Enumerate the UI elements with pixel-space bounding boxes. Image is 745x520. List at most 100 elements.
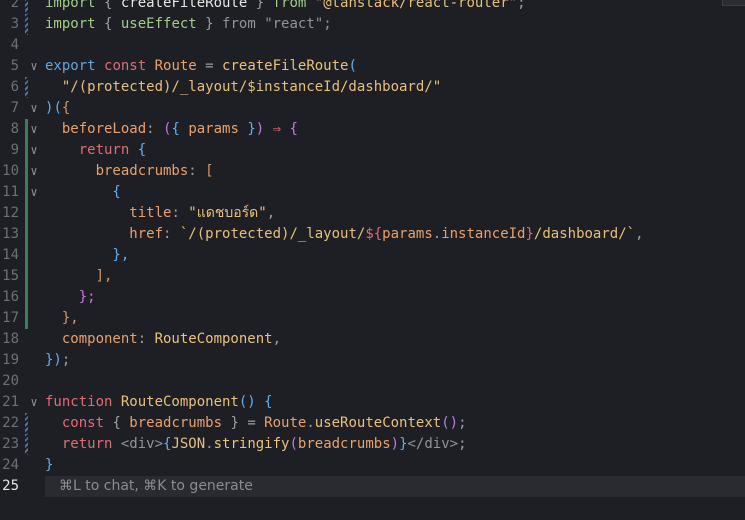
code-text: }; xyxy=(45,287,96,308)
code-line[interactable]: 16 }; xyxy=(0,287,745,308)
code-line[interactable]: 13 href: `/(protected)/_layout/${params.… xyxy=(0,224,745,245)
code-text: href: `/(protected)/_layout/${params.ins… xyxy=(45,224,644,245)
code-token: ; xyxy=(61,352,71,368)
code-token: href xyxy=(45,226,164,242)
code-token: "/(protected)/_layout/$instanceId/dashbo… xyxy=(45,79,442,95)
code-text: { xyxy=(45,182,121,203)
diff-added-marker[interactable] xyxy=(25,287,28,308)
code-token: breadcrumbs xyxy=(45,163,189,179)
code-token: }, xyxy=(45,310,79,326)
code-text: breadcrumbs: [ xyxy=(45,161,214,182)
code-token: } xyxy=(196,16,223,32)
diff-modified-marker[interactable] xyxy=(25,0,28,14)
code-token: . xyxy=(432,226,442,242)
code-line[interactable]: 9 ∨ return { xyxy=(0,140,745,161)
code-token: from xyxy=(222,16,265,32)
code-line[interactable]: 23 return <div>{JSON.stringify(breadcrum… xyxy=(0,434,745,455)
code-line[interactable]: 21 ∨ function RouteComponent() { xyxy=(0,392,745,413)
line-number: 17 xyxy=(2,310,19,326)
code-token: ; xyxy=(517,0,526,11)
code-line[interactable]: 8 ∨ beforeLoad: ({ params }) ⇒ { xyxy=(0,119,745,140)
code-token: { xyxy=(264,394,273,410)
code-token: { xyxy=(112,415,130,431)
code-line[interactable]: 3 import { useEffect } from "react"; xyxy=(0,14,745,35)
code-text: } xyxy=(45,455,53,476)
fold-chevron-icon[interactable]: ∨ xyxy=(28,98,40,119)
code-token: } xyxy=(247,0,273,11)
code-token: }; xyxy=(45,289,96,305)
code-line[interactable]: 17 }, xyxy=(0,308,745,329)
code-line[interactable]: 14 }, xyxy=(0,245,745,266)
code-token: }) xyxy=(45,352,62,368)
diff-added-marker[interactable] xyxy=(25,308,28,329)
code-line[interactable]: 24} xyxy=(0,455,745,476)
code-token: } xyxy=(399,436,408,452)
fold-chevron-icon[interactable]: ∨ xyxy=(28,140,40,161)
line-number: 18 xyxy=(2,331,19,347)
code-token: : xyxy=(171,205,189,221)
code-token: function xyxy=(45,394,121,410)
code-token: export xyxy=(45,58,105,74)
fold-chevron-icon[interactable]: ∨ xyxy=(28,161,40,182)
code-token: , xyxy=(266,205,276,221)
line-number: 21 xyxy=(2,394,19,410)
fold-chevron-icon[interactable]: ∨ xyxy=(28,119,40,140)
code-line[interactable]: 4 xyxy=(0,35,745,56)
code-token: instanceId xyxy=(441,226,526,242)
current-line[interactable]: 25 ⌘L to chat, ⌘K to generate xyxy=(0,476,745,497)
code-token: { xyxy=(45,184,121,200)
code-line[interactable]: 7 ∨)({ xyxy=(0,98,745,119)
code-token: const xyxy=(45,415,113,431)
code-token: breadcrumbs xyxy=(129,415,223,431)
code-token: () xyxy=(441,415,459,431)
diff-added-marker[interactable] xyxy=(25,245,28,266)
code-line[interactable]: 11 ∨ { xyxy=(0,182,745,203)
line-number: 5 xyxy=(10,58,19,74)
code-line[interactable]: 18 component: RouteComponent, xyxy=(0,329,745,350)
code-line[interactable]: 12 title: "แดชบอร์ด", xyxy=(0,203,745,224)
code-token: params xyxy=(188,121,239,137)
code-token: { xyxy=(171,121,189,137)
line-number: 7 xyxy=(10,100,19,116)
code-line[interactable]: 6 "/(protected)/_layout/$instanceId/dash… xyxy=(0,77,745,98)
diff-added-marker[interactable] xyxy=(25,203,28,224)
code-token: ) xyxy=(255,121,273,137)
diff-modified-marker[interactable] xyxy=(25,77,28,98)
line-number: 4 xyxy=(10,37,19,53)
code-token: ( xyxy=(289,436,298,452)
code-token: . xyxy=(306,415,315,431)
diff-modified-marker[interactable] xyxy=(25,14,28,35)
code-token: , xyxy=(635,226,644,242)
code-token: createFileRoute xyxy=(222,58,349,74)
code-token: ; xyxy=(323,16,332,32)
code-line[interactable]: 15 ], xyxy=(0,266,745,287)
code-line[interactable]: 2 import { createFileRoute } from "@tanst… xyxy=(0,0,745,14)
diff-modified-marker[interactable] xyxy=(25,413,28,434)
code-token: </div> xyxy=(407,436,459,452)
code-line[interactable]: 20 xyxy=(0,371,745,392)
code-editor[interactable]: 2 import { createFileRoute } from "@tanst… xyxy=(0,0,745,497)
line-number: 6 xyxy=(10,79,19,95)
code-text: import { createFileRoute } from "@tansta… xyxy=(45,0,526,14)
diff-added-marker[interactable] xyxy=(25,224,28,245)
code-line[interactable]: 5 ∨ export const Route = createFileRoute( xyxy=(0,56,745,77)
code-token: : xyxy=(137,331,155,347)
code-token: title xyxy=(45,205,172,221)
diff-added-marker[interactable] xyxy=(25,266,28,287)
code-text: function RouteComponent() { xyxy=(45,392,273,413)
code-token: } xyxy=(45,457,54,473)
fold-chevron-icon[interactable]: ∨ xyxy=(28,392,40,413)
code-line[interactable]: 10 ∨ breadcrumbs: [ xyxy=(0,161,745,182)
code-text: const { breadcrumbs } = Route.useRouteCo… xyxy=(45,413,467,434)
code-token: createFileRoute xyxy=(120,0,248,11)
diff-modified-marker[interactable] xyxy=(25,434,28,455)
ai-prompt-hint[interactable]: ⌘L to chat, ⌘K to generate xyxy=(45,476,745,497)
code-line[interactable]: 22 const { breadcrumbs } = Route.useRout… xyxy=(0,413,745,434)
line-number: 2 xyxy=(10,0,19,11)
code-text: }, xyxy=(45,245,129,266)
fold-chevron-icon[interactable]: ∨ xyxy=(28,182,40,203)
code-text: return { xyxy=(45,140,146,161)
code-line[interactable]: 19}); xyxy=(0,350,745,371)
code-token: ], xyxy=(45,268,113,284)
fold-chevron-icon[interactable]: ∨ xyxy=(28,56,40,77)
